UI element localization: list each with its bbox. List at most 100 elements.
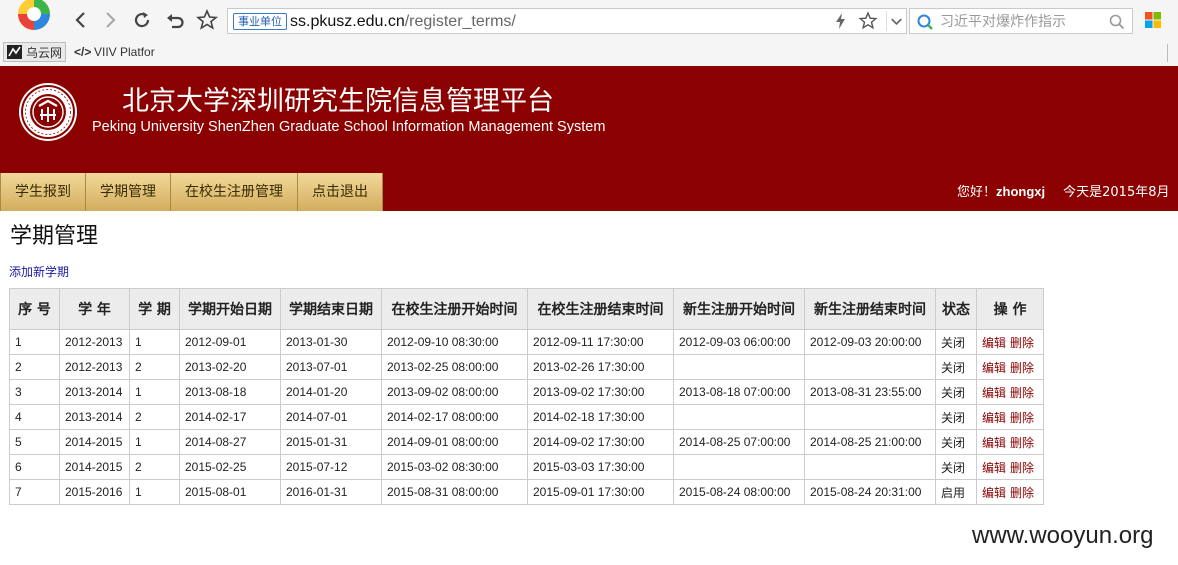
forward-icon[interactable] [98, 8, 122, 32]
cell-reg-end: 2012-09-11 17:30:00 [527, 329, 674, 355]
bookmark-viiv[interactable]: </> VIIV Platfor [74, 42, 155, 62]
bookmarks-bar: 乌云网 </> VIIV Platfor [0, 40, 1178, 66]
edit-link[interactable]: 编辑 [982, 436, 1006, 450]
cell-term-start: 2012-09-01 [179, 329, 281, 355]
cell-status: 关闭 [935, 379, 977, 405]
cell-new-reg-start: 2012-09-03 06:00:00 [673, 329, 805, 355]
col-status: 状态 [935, 288, 977, 330]
table-row: 3 2013-2014 1 2013-08-18 2014-01-20 2013-09-0… [9, 379, 1045, 405]
toolbar-divider [1167, 44, 1168, 62]
cell-term-start: 2015-08-01 [179, 479, 281, 505]
cell-actions: 编辑 删除 [975, 354, 1045, 380]
col-year: 学 年 [59, 288, 130, 330]
cell-reg-start: 2014-09-01 08:00:00 [381, 429, 528, 455]
edit-link[interactable]: 编辑 [982, 461, 1006, 475]
cell-new-reg-start: 2015-08-24 08:00:00 [673, 479, 805, 505]
chevron-down-icon[interactable] [886, 11, 906, 31]
lightning-icon[interactable] [831, 11, 851, 31]
url-text[interactable]: ss.pkusz.edu.cn/register_terms/ [290, 12, 516, 32]
cell-year: 2012-2013 [59, 354, 130, 380]
main-menu: 学生报到 学期管理 在校生注册管理 点击退出 [0, 173, 383, 211]
browser-toolbar: 事业单位 ss.pkusz.edu.cn/register_terms/ 习近平… [0, 0, 1178, 40]
cell-term-end: 2013-01-30 [280, 329, 382, 355]
table-row: 1 2012-2013 1 2012-09-01 2013-01-30 2012-09-1… [9, 329, 1045, 355]
back-icon[interactable] [69, 8, 93, 32]
delete-link[interactable]: 删除 [1010, 361, 1034, 375]
cell-term-start: 2013-02-20 [179, 354, 281, 380]
user-greeting: 您好！zhongxj 今天是2015年8月 [957, 183, 1169, 202]
bookmark-star-icon[interactable] [195, 8, 219, 32]
cell-index: 5 [9, 429, 60, 455]
add-term-link[interactable]: 添加新学期 [9, 264, 69, 280]
cell-reg-start: 2013-02-25 08:00:00 [381, 354, 528, 380]
table-row: 6 2014-2015 2 2015-02-25 2015-07-12 2015-03-0… [9, 454, 1045, 480]
code-icon: </> [74, 45, 92, 59]
browser-chrome: 事业单位 ss.pkusz.edu.cn/register_terms/ 习近平… [0, 0, 1178, 66]
cell-index: 4 [9, 404, 60, 430]
search-box[interactable]: 习近平对爆炸作指示 [909, 8, 1133, 34]
delete-link[interactable]: 删除 [1010, 336, 1034, 350]
table-row: 4 2013-2014 2 2014-02-17 2014-07-01 2014-02-1… [9, 404, 1045, 430]
search-input[interactable]: 习近平对爆炸作指示 [940, 13, 1066, 31]
cell-index: 6 [9, 454, 60, 480]
cell-new-reg-start [673, 454, 805, 480]
delete-link[interactable]: 删除 [1010, 486, 1034, 500]
cell-term-start: 2015-02-25 [179, 454, 281, 480]
menu-logout[interactable]: 点击退出 [298, 173, 383, 211]
cell-term-end: 2015-07-12 [280, 454, 382, 480]
cell-reg-end: 2014-09-02 17:30:00 [527, 429, 674, 455]
menu-term-management[interactable]: 学期管理 [86, 173, 171, 211]
site-header: 北京大学深圳研究生院信息管理平台 Peking University ShenZ… [0, 66, 1178, 211]
cell-reg-start: 2013-09-02 08:00:00 [381, 379, 528, 405]
search-icon[interactable] [1108, 13, 1126, 31]
edit-link[interactable]: 编辑 [982, 336, 1006, 350]
cell-term-end: 2015-01-31 [280, 429, 382, 455]
col-term-end: 学期结束日期 [280, 288, 382, 330]
cell-index: 3 [9, 379, 60, 405]
cell-year: 2014-2015 [59, 454, 130, 480]
cell-term: 1 [129, 329, 180, 355]
cell-term: 1 [129, 429, 180, 455]
cell-term: 1 [129, 379, 180, 405]
cell-year: 2013-2014 [59, 379, 130, 405]
table-row: 2 2012-2013 2 2013-02-20 2013-07-01 2013-02-2… [9, 354, 1045, 380]
cell-term-end: 2014-07-01 [280, 404, 382, 430]
cell-actions: 编辑 删除 [975, 454, 1045, 480]
col-reg-start: 在校生注册开始时间 [381, 288, 528, 330]
cell-reg-start: 2015-03-02 08:30:00 [381, 454, 528, 480]
table-row: 5 2014-2015 1 2014-08-27 2015-01-31 2014-09-0… [9, 429, 1045, 455]
delete-link[interactable]: 删除 [1010, 461, 1034, 475]
cell-year: 2013-2014 [59, 404, 130, 430]
date-text: 今天是2015年8月 [1063, 185, 1170, 200]
url-path: /register_terms/ [404, 13, 516, 30]
terms-table: 序 号 学 年 学 期 学期开始日期 学期结束日期 在校生注册开始时间 在校生注… [9, 288, 1045, 505]
bookmark-label: 乌云网 [26, 46, 63, 60]
favorite-star-icon[interactable] [858, 11, 878, 31]
browser-logo-icon[interactable] [8, 0, 56, 34]
undo-icon[interactable] [163, 8, 187, 32]
watermark: www.wooyun.org [972, 522, 1154, 549]
bookmark-label: VIIV Platfor [94, 45, 155, 59]
delete-link[interactable]: 删除 [1010, 411, 1034, 425]
delete-link[interactable]: 删除 [1010, 386, 1034, 400]
apps-icon[interactable] [1144, 11, 1162, 29]
reload-icon[interactable] [130, 8, 154, 32]
menu-student-registration[interactable]: 在校生注册管理 [171, 173, 298, 211]
cell-status: 关闭 [935, 454, 977, 480]
edit-link[interactable]: 编辑 [982, 411, 1006, 425]
bookmark-wooyun[interactable]: 乌云网 [3, 42, 66, 62]
cell-term-start: 2014-08-27 [179, 429, 281, 455]
peking-university-seal-icon [19, 83, 77, 141]
table-header-row: 序 号 学 年 学 期 学期开始日期 学期结束日期 在校生注册开始时间 在校生注… [9, 288, 1045, 330]
cell-reg-start: 2012-09-10 08:30:00 [381, 329, 528, 355]
edit-link[interactable]: 编辑 [982, 386, 1006, 400]
cell-actions: 编辑 删除 [975, 329, 1045, 355]
menu-student-checkin[interactable]: 学生报到 [0, 173, 86, 211]
delete-link[interactable]: 删除 [1010, 436, 1034, 450]
edit-link[interactable]: 编辑 [982, 361, 1006, 375]
edit-link[interactable]: 编辑 [982, 486, 1006, 500]
cell-new-reg-start: 2014-08-25 07:00:00 [673, 429, 805, 455]
address-bar[interactable]: 事业单位 ss.pkusz.edu.cn/register_terms/ [227, 8, 907, 34]
col-term: 学 期 [129, 288, 180, 330]
cell-new-reg-end: 2014-08-25 21:00:00 [804, 429, 936, 455]
